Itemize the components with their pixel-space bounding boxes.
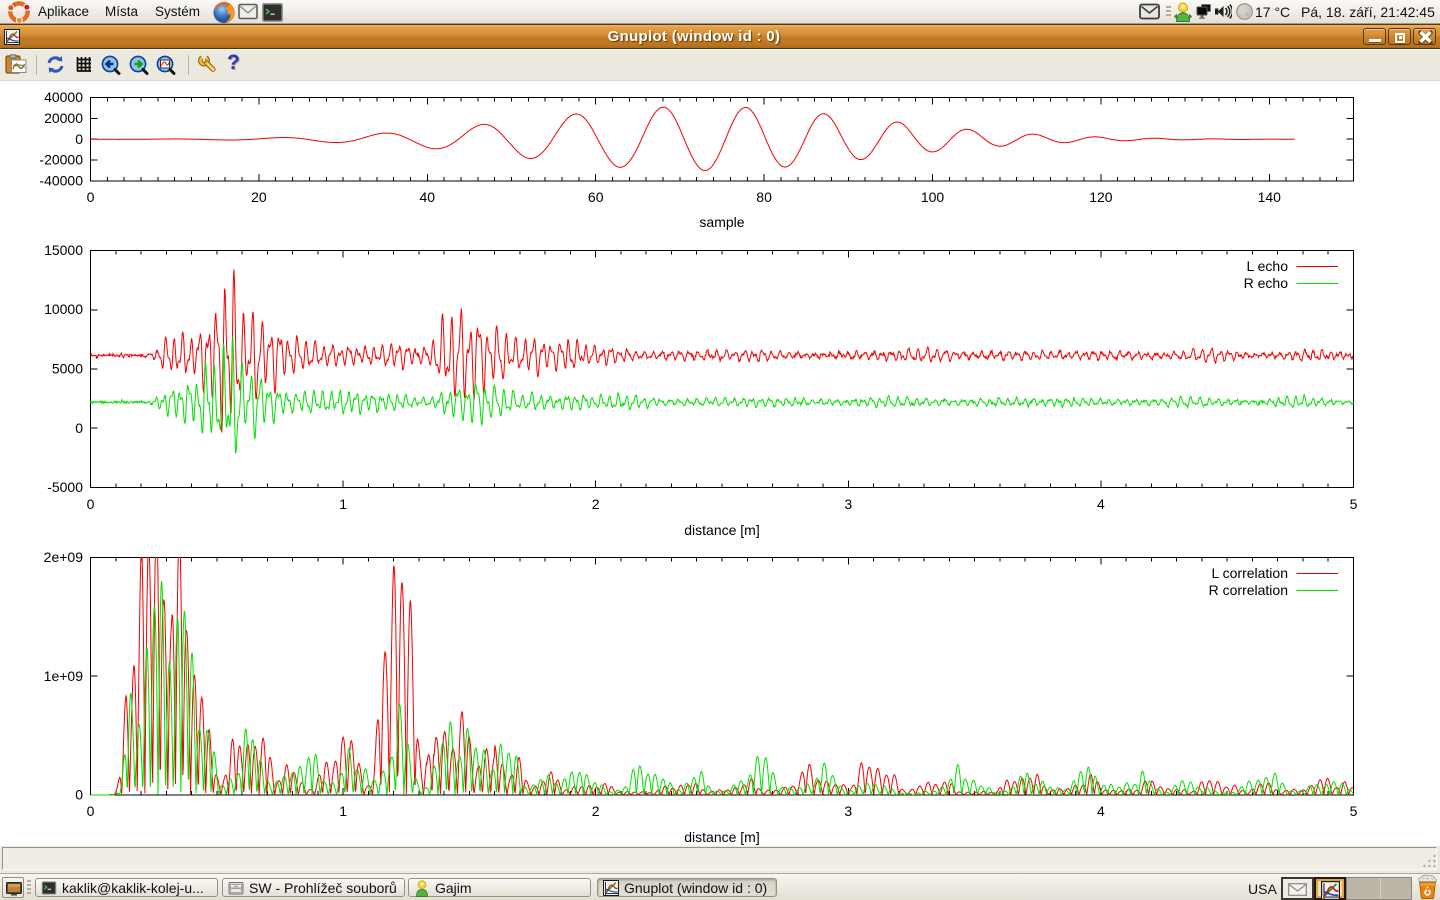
svg-text:distance [m]: distance [m] [684,829,759,845]
svg-text:0: 0 [87,189,95,205]
svg-text:R correlation: R correlation [1209,582,1288,598]
svg-text:-20000: -20000 [39,152,83,168]
svg-text:10000: 10000 [44,301,83,317]
svg-text:distance [m]: distance [m] [684,522,759,538]
svg-text:2: 2 [592,496,600,512]
svg-text:1: 1 [339,803,347,819]
svg-text:2: 2 [592,803,600,819]
svg-text:80: 80 [756,189,772,205]
svg-text:L correlation: L correlation [1211,565,1288,581]
svg-text:100: 100 [921,189,945,205]
svg-text:0: 0 [87,496,95,512]
svg-text:20000: 20000 [44,110,83,126]
svg-text:140: 140 [1258,189,1282,205]
svg-text:20: 20 [251,189,267,205]
svg-text:L echo: L echo [1246,258,1288,274]
svg-text:-40000: -40000 [39,173,83,189]
svg-text:60: 60 [588,189,604,205]
svg-text:R echo: R echo [1244,275,1289,291]
svg-text:0: 0 [87,803,95,819]
svg-text:0: 0 [75,787,83,803]
svg-text:3: 3 [844,803,852,819]
svg-text:15000: 15000 [44,242,83,258]
svg-text:1: 1 [339,496,347,512]
svg-text:5: 5 [1350,803,1358,819]
svg-text:-5000: -5000 [47,479,83,495]
svg-text:4: 4 [1097,803,1105,819]
svg-text:4: 4 [1097,496,1105,512]
svg-text:sample: sample [699,214,744,230]
svg-text:3: 3 [844,496,852,512]
svg-text:120: 120 [1089,189,1113,205]
svg-text:40000: 40000 [44,89,83,105]
svg-text:0: 0 [75,131,83,147]
svg-text:40: 40 [420,189,436,205]
svg-text:1e+09: 1e+09 [44,668,84,684]
svg-text:2e+09: 2e+09 [44,549,84,565]
svg-text:5000: 5000 [52,361,83,377]
svg-text:5: 5 [1350,496,1358,512]
svg-text:0: 0 [75,420,83,436]
